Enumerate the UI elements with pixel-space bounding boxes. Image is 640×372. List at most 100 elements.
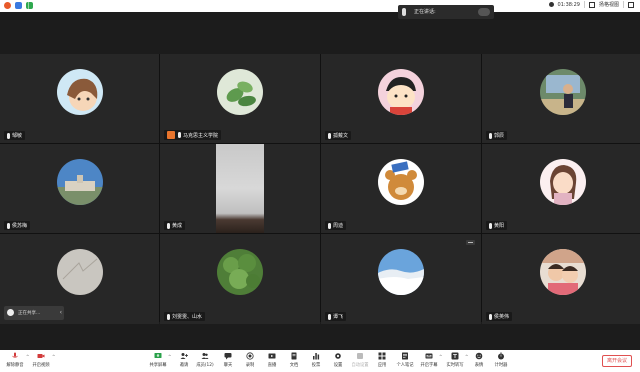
avatar (56, 159, 103, 205)
avatar (539, 159, 586, 205)
auto-settings-icon (357, 353, 363, 359)
participant-tile[interactable]: 孤戴文 (321, 54, 481, 143)
participant-tile[interactable]: 马克思主义学院 (160, 54, 320, 143)
participant-tile[interactable]: 刘雯雯、山水 (160, 234, 320, 324)
participant-name: 谭飞 (325, 312, 347, 321)
avatar (539, 69, 586, 115)
participant-tile[interactable]: 黄阳 (482, 144, 640, 233)
top-right-area: 01:38:29 扬格视图 (548, 1, 634, 8)
chat-button[interactable]: 聊天 (217, 352, 239, 368)
share-screen-button[interactable]: 共享屏幕 (147, 352, 169, 368)
apps-button[interactable]: 应用 (371, 352, 393, 368)
auto-settings-button[interactable]: 自动设置 (349, 352, 371, 368)
vote-button[interactable]: 投票 (305, 352, 327, 368)
mic-muted-icon (7, 132, 10, 139)
meeting-timer: 01:38:29 (557, 1, 580, 8)
timer-icon (498, 352, 504, 360)
settings-button[interactable]: 设置 (327, 352, 349, 368)
top-left-icons (4, 2, 33, 9)
avatar (56, 249, 103, 295)
fullscreen-icon[interactable] (628, 1, 634, 8)
reactions-button[interactable]: 表情 (468, 352, 490, 368)
speaker-list-icon[interactable] (478, 8, 490, 16)
mic-off-icon (12, 352, 18, 358)
grid-view-icon[interactable] (588, 1, 595, 8)
transcribe-button[interactable]: 实时转写 (444, 352, 466, 368)
mic-muted-icon (167, 313, 170, 320)
host-badge-icon (167, 131, 175, 139)
avatar (378, 69, 424, 115)
notes-icon (402, 352, 408, 360)
share-status-icon (7, 309, 14, 316)
share-status-text: 正在共享... (18, 311, 41, 316)
participant-name: 马克思主义学院 (164, 130, 222, 140)
mic-icon (402, 8, 406, 16)
chat-icon (224, 353, 232, 360)
participant-name: 郭辰 (486, 131, 508, 140)
leave-meeting-button[interactable]: 离开会议 (602, 355, 632, 367)
record-button[interactable]: 录制 (239, 352, 261, 368)
meeting-window: 01:38:29 扬格视图 正在讲话: 邹敏 马克思主义学院 孤戴文 郭辰 侯苏… (0, 0, 640, 372)
participant-grid: 邹敏 马克思主义学院 孤戴文 郭辰 侯苏梅 黄成 周迪 黄阳 刘雯雯、山水 谭飞… (0, 54, 640, 324)
info-icon[interactable] (4, 2, 11, 9)
participant-tile[interactable]: 周迪 (321, 144, 481, 233)
avatar (539, 249, 586, 295)
mic-muted-icon (167, 222, 170, 229)
divider (623, 1, 624, 8)
camera-off-icon (37, 354, 45, 358)
participant-tile[interactable]: 邹敏 (0, 54, 159, 143)
document-button[interactable]: 文档 (283, 352, 305, 368)
network-signal-icon[interactable] (26, 2, 33, 9)
divider (583, 1, 585, 8)
top-bar: 01:38:29 扬格视图 (0, 0, 640, 12)
live-stream-button[interactable]: 直播 (261, 352, 283, 368)
participant-name: 刘雯雯、山水 (164, 312, 206, 321)
share-options-caret-icon[interactable]: ^ (168, 354, 171, 359)
floating-share-bar[interactable]: 正在共享... ‹ (4, 306, 64, 320)
start-video-button[interactable]: 开启视频 (30, 352, 52, 368)
participant-tile[interactable]: 郭辰 (482, 54, 640, 143)
collapse-arrow-icon[interactable]: ‹ (60, 309, 62, 317)
avatar (217, 249, 263, 295)
poll-icon (313, 353, 320, 360)
bottom-toolbar: 解除静音 ^ 开启视频 ^ 共享屏幕 ^ 邀请 成员(12) 聊天 录制 直播 … (0, 350, 640, 372)
audio-options-caret-icon[interactable]: ^ (26, 354, 29, 359)
captions-button[interactable]: 开启字幕 (418, 352, 440, 368)
unmute-button[interactable]: 解除静音 (4, 352, 26, 368)
participant-name: 黄成 (164, 221, 186, 230)
avatar (56, 69, 103, 115)
participant-tile[interactable]: 侯苏梅 (0, 144, 159, 233)
participant-tile[interactable]: 谭飞 (321, 234, 481, 324)
view-switch-button[interactable]: 扬格视图 (599, 1, 619, 8)
notes-button[interactable]: 个人笔记 (394, 352, 416, 368)
members-button[interactable]: 成员(12) (194, 352, 216, 368)
captions-options-caret-icon[interactable]: ^ (439, 354, 442, 359)
add-user-icon (180, 353, 188, 359)
participant-name: 孤戴文 (325, 131, 352, 140)
mic-muted-icon (328, 132, 331, 139)
apps-icon (378, 352, 386, 360)
more-options-icon[interactable] (466, 240, 475, 245)
avatar (378, 159, 424, 205)
timer-button[interactable]: 计时器 (490, 352, 512, 368)
speaking-indicator: 正在讲话: (398, 5, 494, 19)
captions-icon (425, 353, 433, 359)
mic-muted-icon (489, 313, 492, 320)
mic-muted-icon (328, 222, 331, 229)
mic-muted-icon (7, 222, 10, 229)
shield-icon[interactable] (15, 2, 22, 9)
participant-tile[interactable]: 侯英伟 (482, 234, 640, 324)
document-icon (291, 352, 297, 360)
video-options-caret-icon[interactable]: ^ (52, 354, 55, 359)
share-screen-icon (154, 353, 162, 358)
record-icon (246, 352, 254, 360)
live-icon (268, 353, 276, 359)
participant-tile[interactable]: 黄成 (160, 144, 320, 233)
participant-name: 邹敏 (4, 131, 26, 140)
invite-button[interactable]: 邀请 (173, 352, 195, 368)
users-icon (201, 353, 209, 359)
participant-name: 侯苏梅 (4, 221, 31, 230)
participant-name: 黄阳 (486, 221, 508, 230)
gear-icon (335, 353, 341, 359)
smile-icon (475, 352, 483, 360)
